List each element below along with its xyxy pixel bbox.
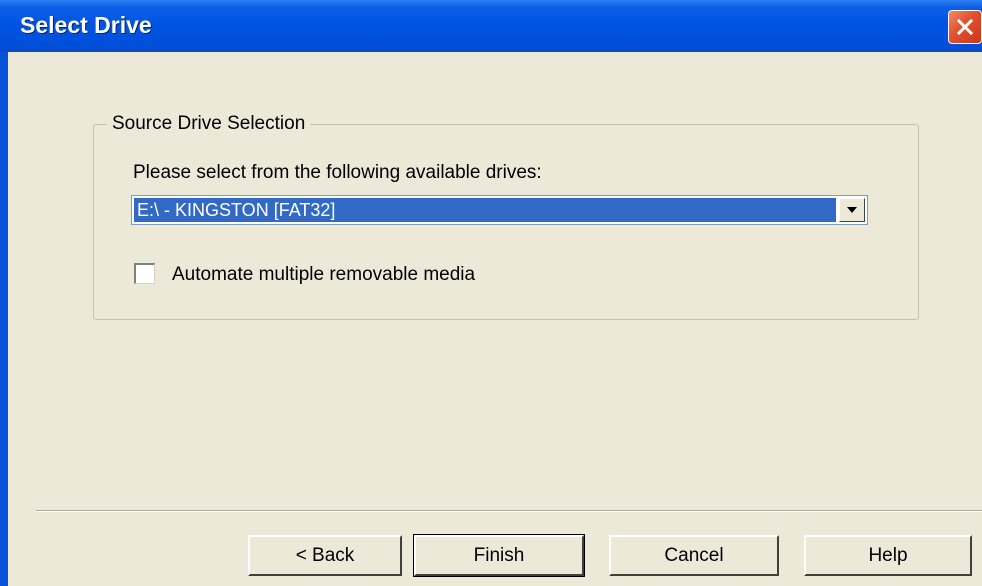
dropdown-arrow-button[interactable] [839, 198, 865, 222]
cancel-button[interactable]: Cancel [609, 535, 779, 576]
finish-button[interactable]: Finish [413, 534, 585, 577]
close-icon [957, 19, 973, 35]
drive-select-dropdown[interactable]: E:\ - KINGSTON [FAT32] [131, 195, 868, 225]
title-bar[interactable]: Select Drive [0, 0, 982, 52]
button-separator [36, 510, 982, 512]
help-button[interactable]: Help [804, 535, 972, 576]
select-drive-dialog: Select Drive Source Drive Selection Plea… [0, 0, 982, 586]
drive-select-prompt: Please select from the following availab… [133, 162, 542, 183]
window-title: Select Drive [20, 12, 152, 38]
chevron-down-icon [847, 207, 857, 213]
automate-checkbox[interactable] [134, 263, 155, 284]
window-left-border [0, 52, 8, 586]
close-button[interactable] [948, 10, 982, 44]
drive-select-value[interactable]: E:\ - KINGSTON [FAT32] [134, 198, 836, 222]
groupbox-legend: Source Drive Selection [107, 113, 311, 135]
back-button[interactable]: < Back [248, 535, 402, 576]
automate-checkbox-label[interactable]: Automate multiple removable media [172, 264, 475, 286]
